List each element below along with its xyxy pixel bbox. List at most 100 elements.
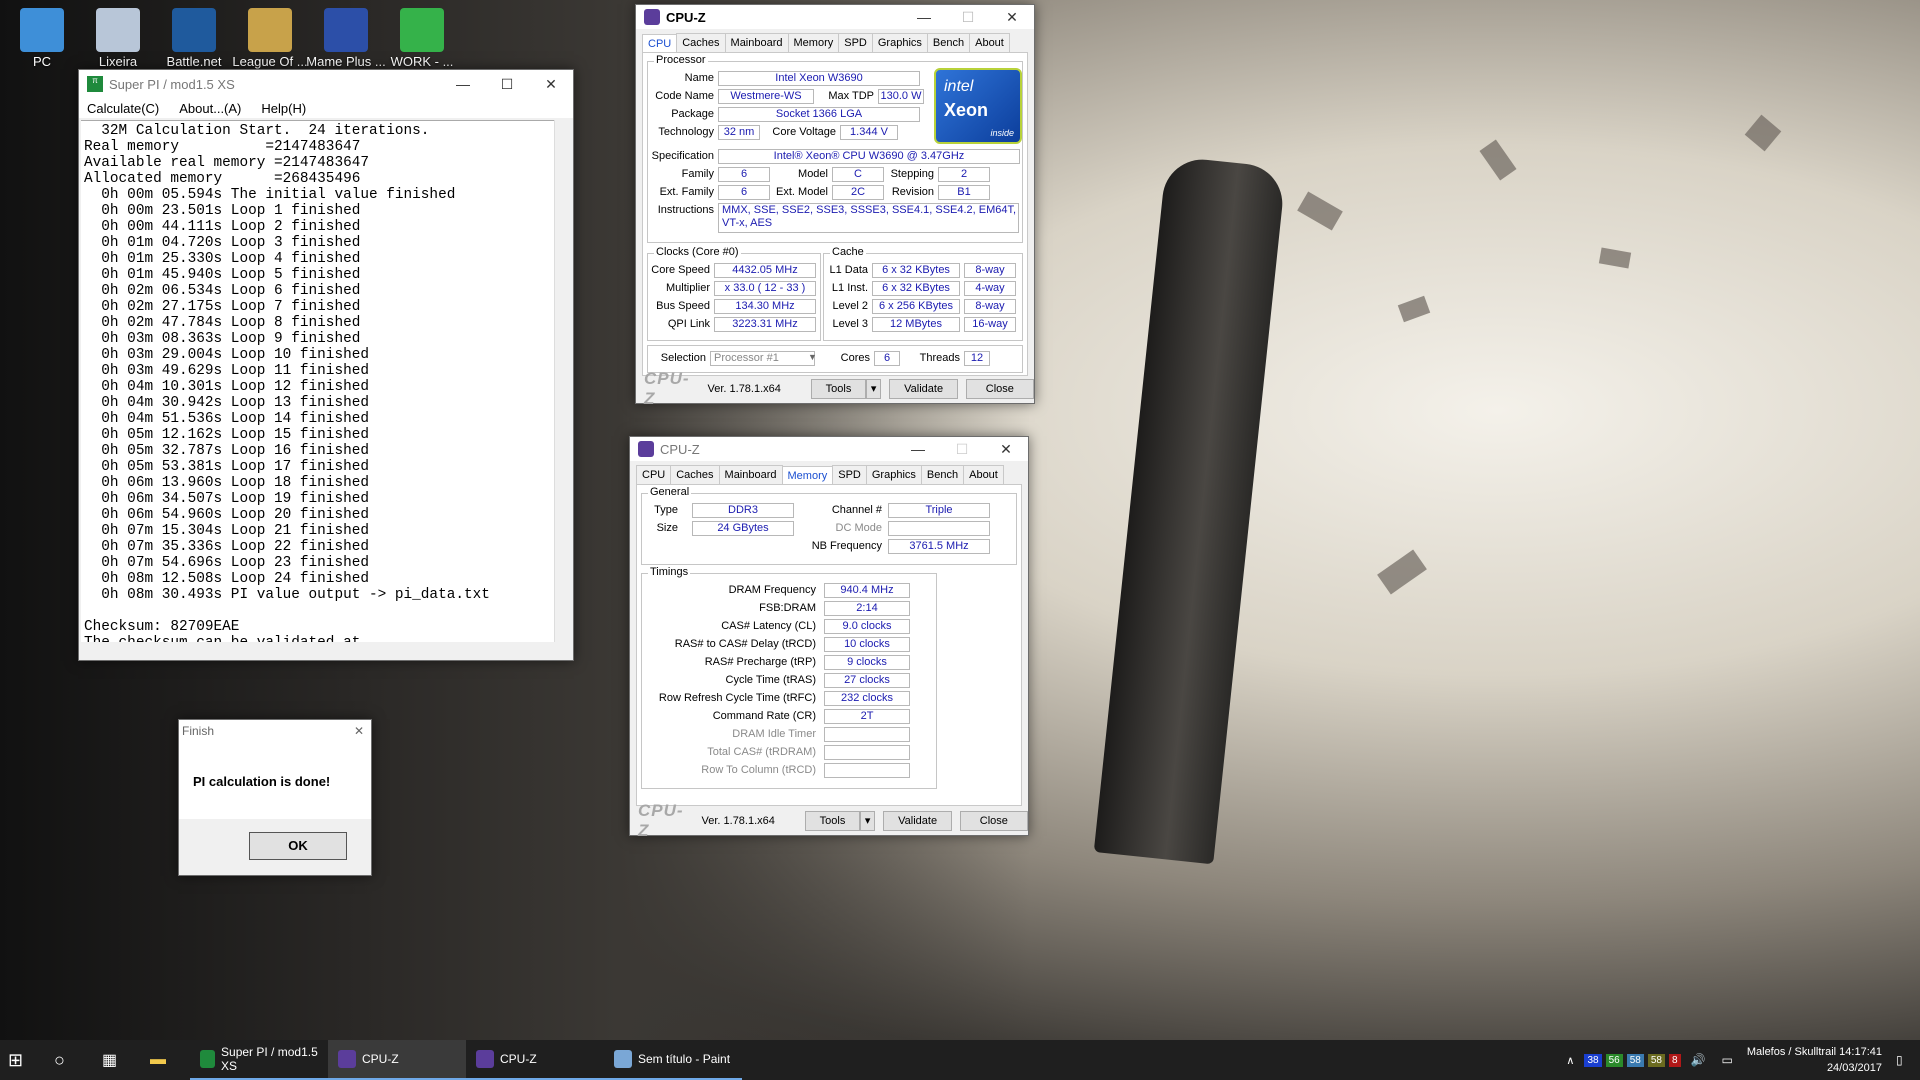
validate-button[interactable]: Validate bbox=[889, 379, 958, 399]
network-icon[interactable]: ▭ bbox=[1714, 1040, 1741, 1080]
timings-group: Timings DRAM Frequency 940.4 MHz FSB:DRAM 2… bbox=[641, 566, 937, 789]
menu-help[interactable]: Help(H) bbox=[261, 101, 306, 116]
temperature-badge[interactable]: 56 bbox=[1605, 1053, 1623, 1067]
cpuz-memory-window[interactable]: CPU-Z — ☐ ✕ CPU Caches Mainboard Memory … bbox=[629, 436, 1029, 840]
stepping-value: 2 bbox=[938, 167, 990, 182]
tab-bench[interactable]: Bench bbox=[926, 33, 971, 52]
tools-dropdown-icon[interactable]: ▾ bbox=[865, 379, 882, 399]
cpuz-icon bbox=[644, 9, 660, 25]
notifications-icon[interactable]: ▯ bbox=[1888, 1040, 1920, 1080]
validate-button[interactable]: Validate bbox=[883, 811, 952, 831]
l1i-value: 6 x 32 KBytes bbox=[872, 281, 960, 296]
tab-graphics[interactable]: Graphics bbox=[871, 33, 928, 52]
finish-dialog[interactable]: Finish ✕ PI calculation is done! OK bbox=[178, 719, 372, 876]
desktop-icon[interactable]: Battle.net bbox=[154, 6, 234, 69]
close-icon[interactable]: ✕ bbox=[990, 9, 1034, 26]
multiplier-value: x 33.0 ( 12 - 33 ) bbox=[714, 281, 816, 296]
tab-cpu[interactable]: CPU bbox=[636, 465, 672, 484]
l3-label: Level 3 bbox=[832, 318, 868, 330]
search-icon[interactable]: ○ bbox=[46, 1040, 94, 1080]
tab-memory[interactable]: Memory bbox=[781, 466, 834, 485]
desktop-icon[interactable]: Mame Plus ... bbox=[306, 6, 386, 69]
superpi-window[interactable]: π Super PI / mod1.5 XS — ☐ ✕ Calculate(C… bbox=[78, 69, 574, 661]
timing-label: DRAM Frequency bbox=[728, 584, 816, 596]
tab-mainboard[interactable]: Mainboard bbox=[718, 465, 783, 484]
desktop-icon[interactable]: Lixeira bbox=[78, 6, 158, 69]
package-label: Package bbox=[671, 108, 714, 120]
league-icon bbox=[248, 8, 292, 52]
temperature-badge[interactable]: 58 bbox=[1647, 1053, 1665, 1067]
minimize-icon[interactable]: — bbox=[896, 441, 940, 457]
nbfreq-value: 3761.5 MHz bbox=[888, 539, 990, 554]
tab-caches[interactable]: Caches bbox=[676, 33, 726, 52]
l1i-label: L1 Inst. bbox=[831, 282, 868, 294]
close-icon[interactable]: ✕ bbox=[529, 76, 573, 93]
ok-button[interactable]: OK bbox=[249, 832, 347, 860]
tab-mainboard[interactable]: Mainboard bbox=[724, 33, 789, 52]
chevron-up-icon[interactable]: ∧ bbox=[1558, 1040, 1582, 1080]
package-value: Socket 1366 LGA bbox=[718, 107, 920, 122]
taskbar-app[interactable]: Super PI / mod1.5 XS bbox=[190, 1040, 328, 1080]
desktop-icon[interactable]: PC bbox=[2, 6, 82, 69]
taskbar-app[interactable]: CPU-Z bbox=[466, 1040, 604, 1080]
wallpaper-shield bbox=[1093, 155, 1287, 865]
menu-about[interactable]: About...(A) bbox=[179, 101, 241, 116]
logo-product: Xeon bbox=[944, 100, 989, 120]
superpi-output: 32M Calculation Start. 24 iterations. Re… bbox=[81, 120, 555, 642]
timing-value bbox=[824, 745, 910, 760]
calculator-icon[interactable]: ▦ bbox=[94, 1040, 142, 1080]
temperature-badge[interactable]: 38 bbox=[1584, 1053, 1602, 1067]
windows-start-icon[interactable]: ⊞ bbox=[0, 1040, 46, 1080]
taskbar-app[interactable]: Sem título - Paint bbox=[604, 1040, 742, 1080]
qpi-value: 3223.31 MHz bbox=[714, 317, 816, 332]
tab-about[interactable]: About bbox=[969, 33, 1010, 52]
busspeed-label: Bus Speed bbox=[656, 300, 710, 312]
volume-icon[interactable]: 🔊 bbox=[1683, 1040, 1714, 1080]
tab-bench[interactable]: Bench bbox=[920, 465, 965, 484]
tab-graphics[interactable]: Graphics bbox=[865, 465, 922, 484]
tools-button[interactable]: Tools bbox=[811, 379, 866, 399]
cpuz-cpu-window[interactable]: CPU-Z — ☐ ✕ CPU Caches Mainboard Memory … bbox=[635, 4, 1035, 408]
menu-calculate[interactable]: Calculate(C) bbox=[87, 101, 159, 116]
extfamily-label: Ext. Family bbox=[659, 186, 714, 198]
tools-dropdown-icon[interactable]: ▾ bbox=[859, 811, 876, 831]
minimize-icon[interactable]: — bbox=[902, 9, 946, 25]
l1d-way: 8-way bbox=[964, 263, 1016, 278]
tab-spd[interactable]: SPD bbox=[838, 33, 873, 52]
desktop-icon-label: Mame Plus ... bbox=[306, 54, 386, 69]
horizontal-scrollbar[interactable] bbox=[81, 642, 555, 658]
desktop-icon[interactable]: WORK - ... bbox=[382, 6, 462, 69]
l2-label: Level 2 bbox=[832, 300, 868, 312]
close-icon[interactable]: ✕ bbox=[984, 441, 1028, 458]
timing-value bbox=[824, 727, 910, 742]
taskbar-app[interactable]: CPU-Z bbox=[328, 1040, 466, 1080]
maxtdp-value: 130.0 W bbox=[878, 89, 924, 104]
tab-caches[interactable]: Caches bbox=[670, 465, 720, 484]
tab-spd[interactable]: SPD bbox=[832, 465, 867, 484]
taskbar-app-label: Super PI / mod1.5 XS bbox=[221, 1045, 318, 1073]
desktop-icon-label: WORK - ... bbox=[390, 54, 454, 69]
tab-cpu[interactable]: CPU bbox=[642, 34, 678, 53]
superpi-titlebar[interactable]: π Super PI / mod1.5 XS — ☐ ✕ bbox=[79, 70, 573, 98]
minimize-icon[interactable]: — bbox=[441, 76, 485, 92]
instructions-value: MMX, SSE, SSE2, SSE3, SSSE3, SSE4.1, SSE… bbox=[718, 203, 1019, 233]
close-icon[interactable]: ✕ bbox=[347, 724, 371, 744]
timing-value: 232 clocks bbox=[824, 691, 910, 706]
tray-user: Malefos / Skulltrail bbox=[1746, 1046, 1837, 1058]
tools-button[interactable]: Tools bbox=[805, 811, 860, 831]
close-button[interactable]: Close bbox=[965, 379, 1034, 399]
folder-icon[interactable]: ▬ bbox=[142, 1040, 190, 1080]
tab-memory[interactable]: Memory bbox=[787, 33, 840, 52]
chevron-down-icon[interactable]: ▼ bbox=[808, 352, 817, 362]
temperature-badge[interactable]: 58 bbox=[1626, 1053, 1644, 1067]
desktop-icon[interactable]: League Of ... bbox=[230, 6, 310, 69]
spec-value: Intel® Xeon® CPU W3690 @ 3.47GHz bbox=[718, 149, 1020, 164]
vertical-scrollbar[interactable] bbox=[554, 120, 571, 642]
timing-value bbox=[824, 763, 910, 778]
temperature-badge[interactable]: 8 bbox=[1668, 1053, 1681, 1067]
processor-select[interactable]: Processor #1 bbox=[710, 351, 815, 366]
maximize-icon[interactable]: ☐ bbox=[485, 76, 529, 93]
channel-value: Triple bbox=[888, 503, 990, 518]
close-button[interactable]: Close bbox=[959, 811, 1028, 831]
tab-about[interactable]: About bbox=[963, 465, 1004, 484]
